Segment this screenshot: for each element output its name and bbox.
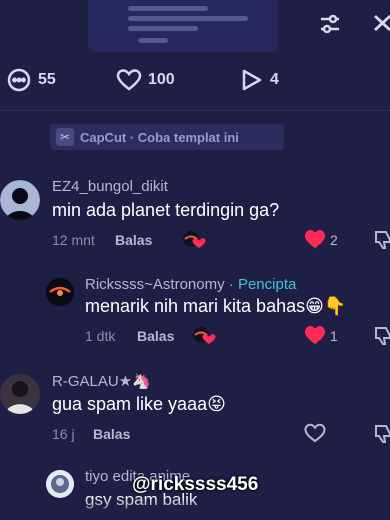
comment-username[interactable]: EZ4_bungol_dikit: [52, 178, 168, 195]
likes-count: 100: [148, 71, 175, 88]
dislike-icon[interactable]: [374, 424, 390, 444]
reply-button[interactable]: Balas: [93, 426, 130, 442]
close-icon[interactable]: [372, 12, 390, 34]
creator-liked-indicator: [182, 230, 206, 248]
comment-bubble-icon: [7, 68, 31, 92]
engagement-bar: 55 100 4: [0, 58, 390, 102]
comment-username[interactable]: R-GALAU★🦄: [52, 372, 151, 390]
heart-filled-icon[interactable]: [304, 229, 326, 249]
avatar[interactable]: [0, 374, 40, 414]
watermark-text: @rickssss456: [132, 474, 259, 495]
dislike-icon[interactable]: [374, 230, 390, 250]
settings-sliders-icon[interactable]: [318, 12, 342, 36]
creator-liked-indicator: [192, 326, 216, 344]
reply-username: Rickssss~Astronomy: [85, 276, 225, 293]
heart-outline-icon[interactable]: [304, 423, 326, 443]
comment-text: menarik nih mari kita bahas😁👇: [85, 296, 347, 316]
comments-count: 55: [38, 71, 56, 88]
share-arrow-icon: [242, 69, 262, 91]
like-count: 2: [330, 232, 338, 248]
comment-timestamp: 12 mnt: [52, 232, 95, 248]
banner-text: CapCut · Coba templat ini: [80, 129, 239, 145]
bottom-fade: [0, 496, 390, 520]
creator-badge: · Pencipta: [228, 276, 297, 293]
capcut-logo-icon: ✂: [56, 128, 74, 146]
avatar[interactable]: [0, 180, 40, 220]
divider: [0, 110, 390, 111]
comment-timestamp: 16 j: [52, 426, 75, 442]
likes-stat[interactable]: 100: [116, 68, 175, 92]
dislike-icon[interactable]: [374, 326, 390, 346]
video-preview-thumbnail[interactable]: [88, 0, 278, 52]
comment-text: gua spam like yaaa😝: [52, 394, 226, 414]
reply-button[interactable]: Balas: [115, 232, 152, 248]
avatar[interactable]: [46, 470, 74, 498]
heart-outline-icon: [116, 69, 142, 91]
like-count: 1: [330, 328, 338, 344]
shares-stat[interactable]: 4: [240, 68, 279, 92]
capcut-template-banner[interactable]: ✂ CapCut · Coba templat ini: [50, 124, 284, 150]
comment-username[interactable]: Rickssss~Astronomy · Pencipta: [85, 276, 296, 293]
avatar[interactable]: [46, 278, 74, 306]
comment-timestamp: 1 dtk: [85, 328, 116, 344]
comments-stat[interactable]: 55: [6, 67, 56, 93]
heart-filled-icon[interactable]: [304, 325, 326, 345]
shares-count: 4: [270, 71, 279, 88]
comment-text: min ada planet terdingin ga?: [52, 200, 280, 220]
reply-button[interactable]: Balas: [137, 328, 174, 344]
